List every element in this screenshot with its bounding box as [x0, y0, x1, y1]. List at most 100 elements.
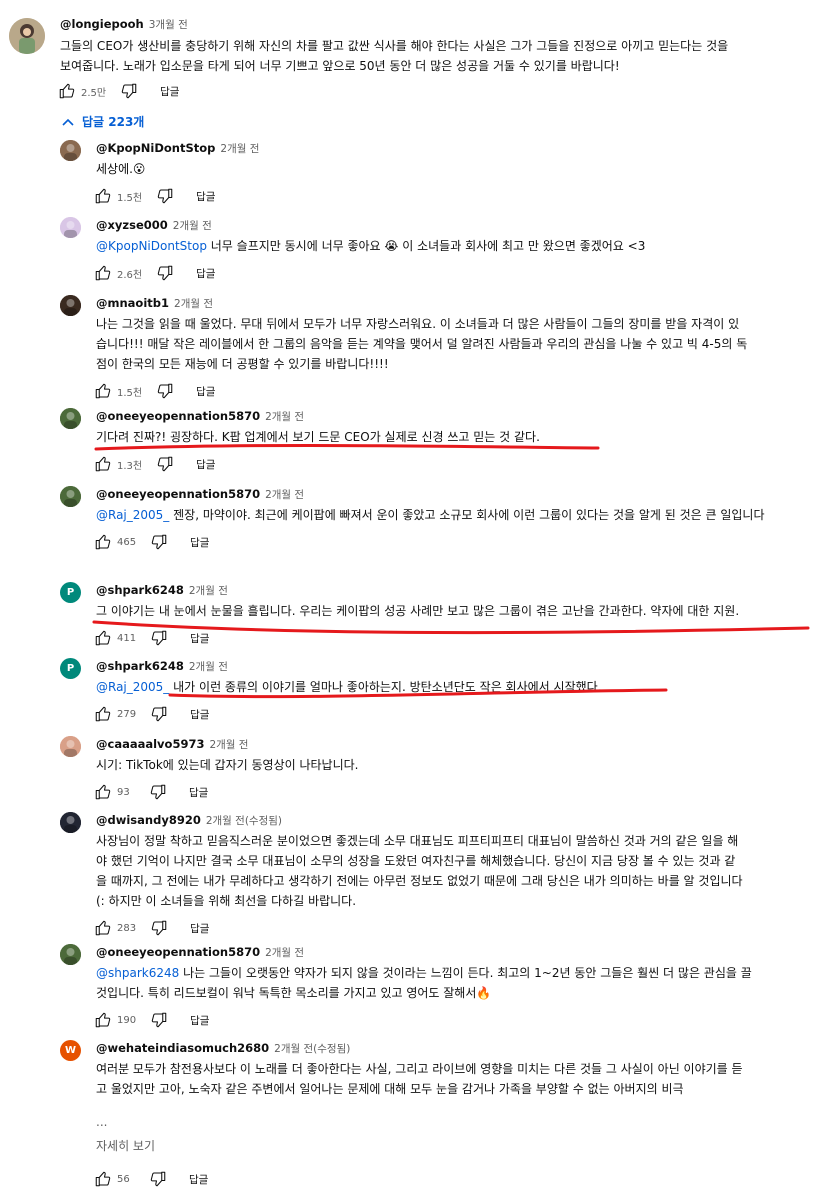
- author-name[interactable]: @KpopNiDontStop: [96, 141, 215, 155]
- comment-author[interactable]: @oneeyeopennation5870 2개월 전: [96, 945, 304, 960]
- comment-author[interactable]: @longiepooh 3개월 전: [60, 17, 188, 32]
- author-name[interactable]: @oneeyeopennation5870: [96, 945, 260, 959]
- comment-author[interactable]: @oneeyeopennation5870 2개월 전: [96, 409, 304, 424]
- comment-line-text: (: 하지만 이 소녀들을 위해 최선을 다하길 바랍니다.: [96, 894, 357, 908]
- dislike-icon[interactable]: [150, 919, 168, 937]
- like-icon[interactable]: [94, 264, 112, 282]
- avatar[interactable]: [60, 140, 81, 161]
- comment-text: 시기: TikTok에 있는데 갑자기 동영상이 나타납니다.: [96, 755, 816, 775]
- comment-line: 사장님이 정말 착하고 믿음직스러운 분이었으면 좋겠는데 소무 대표님도 피프…: [96, 831, 816, 851]
- mention-link[interactable]: @Raj_2005_: [96, 508, 169, 522]
- author-name[interactable]: @dwisandy8920: [96, 813, 201, 827]
- author-name[interactable]: @xyzse000: [96, 218, 168, 232]
- dislike-icon[interactable]: [149, 783, 167, 801]
- like-icon[interactable]: [94, 455, 112, 473]
- comment-time[interactable]: 2개월 전(수정됨): [206, 815, 282, 827]
- comment-author[interactable]: @xyzse000 2개월 전: [96, 218, 212, 233]
- like-icon[interactable]: [94, 1170, 112, 1188]
- dislike-icon[interactable]: [149, 1170, 167, 1188]
- dislike-icon[interactable]: [150, 705, 168, 723]
- reply-button[interactable]: 답글: [190, 535, 209, 550]
- like-icon[interactable]: [94, 919, 112, 937]
- avatar[interactable]: [60, 812, 81, 833]
- author-name[interactable]: @wehateindiasomuch2680: [96, 1041, 269, 1055]
- reply-button[interactable]: 답글: [196, 189, 215, 204]
- comment-time[interactable]: 2개월 전: [220, 143, 259, 155]
- comment-author[interactable]: @shpark6248 2개월 전: [96, 583, 228, 598]
- reply-button[interactable]: 답글: [196, 384, 215, 399]
- comment-time[interactable]: 2개월 전: [265, 489, 304, 501]
- like-icon[interactable]: [94, 629, 112, 647]
- comment-time[interactable]: 3개월 전: [149, 19, 188, 31]
- comment-author[interactable]: @mnaoitb1 2개월 전: [96, 296, 213, 311]
- mention-link[interactable]: @Raj_2005_: [96, 680, 169, 694]
- author-name[interactable]: @shpark6248: [96, 583, 184, 597]
- dislike-icon[interactable]: [150, 1011, 168, 1029]
- like-icon[interactable]: [94, 705, 112, 723]
- author-name[interactable]: @shpark6248: [96, 659, 184, 673]
- like-icon[interactable]: [94, 533, 112, 551]
- comment-author[interactable]: @shpark6248 2개월 전: [96, 659, 228, 674]
- comment-line-text: 습니다!!! 매달 작은 레이블에서 한 그룹의 음악을 듣는 계약을 맺어서 …: [96, 337, 748, 351]
- dislike-icon[interactable]: [156, 187, 174, 205]
- read-more-link[interactable]: 자세히 보기: [96, 1137, 155, 1154]
- like-icon[interactable]: [94, 382, 112, 400]
- reply-button[interactable]: 답글: [190, 921, 209, 936]
- avatar[interactable]: [60, 408, 81, 429]
- author-name[interactable]: @mnaoitb1: [96, 296, 169, 310]
- comment-author[interactable]: @caaaaalvo5973 2개월 전: [96, 737, 248, 752]
- comment-text: 사장님이 정말 착하고 믿음직스러운 분이었으면 좋겠는데 소무 대표님도 피프…: [96, 831, 816, 911]
- dislike-icon[interactable]: [156, 264, 174, 282]
- avatar[interactable]: P: [60, 582, 81, 603]
- comment-line-text: 세상에.😮: [96, 162, 146, 176]
- like-icon[interactable]: [94, 187, 112, 205]
- like-count: 2.5만: [81, 87, 107, 99]
- comment-actions: 93 답글: [94, 783, 208, 801]
- like-icon[interactable]: [58, 82, 76, 100]
- mention-link[interactable]: @shpark6248: [96, 966, 179, 980]
- reply-button[interactable]: 답글: [190, 1013, 209, 1028]
- dislike-icon[interactable]: [150, 533, 168, 551]
- avatar[interactable]: [60, 295, 81, 316]
- dislike-icon[interactable]: [156, 455, 174, 473]
- comment-time[interactable]: 2개월 전: [265, 947, 304, 959]
- avatar[interactable]: [60, 944, 81, 965]
- like-icon[interactable]: [94, 1011, 112, 1029]
- comment-author[interactable]: @wehateindiasomuch2680 2개월 전(수정됨): [96, 1041, 350, 1056]
- comment-line: 습니다!!! 매달 작은 레이블에서 한 그룹의 음악을 듣는 계약을 맺어서 …: [96, 334, 816, 354]
- reply-button[interactable]: 답글: [160, 84, 179, 99]
- reply-button[interactable]: 답글: [189, 785, 208, 800]
- dislike-icon[interactable]: [156, 382, 174, 400]
- author-name[interactable]: @oneeyeopennation5870: [96, 409, 260, 423]
- comment-time[interactable]: 2개월 전: [265, 411, 304, 423]
- comment-actions: 2.5만 답글: [58, 82, 179, 100]
- comment-time[interactable]: 2개월 전: [174, 298, 213, 310]
- avatar[interactable]: [60, 736, 81, 757]
- avatar[interactable]: W: [60, 1040, 81, 1061]
- avatar[interactable]: P: [60, 658, 81, 679]
- avatar[interactable]: [60, 217, 81, 238]
- comment-author[interactable]: @dwisandy8920 2개월 전(수정됨): [96, 813, 282, 828]
- comment-time[interactable]: 2개월 전: [189, 585, 228, 597]
- reply-button[interactable]: 답글: [196, 457, 215, 472]
- comment-line: @shpark6248 나는 그들이 오랫동안 약자가 되지 않을 것이라는 느…: [96, 963, 816, 983]
- reply-button[interactable]: 답글: [196, 266, 215, 281]
- dislike-icon[interactable]: [150, 629, 168, 647]
- comment-author[interactable]: @KpopNiDontStop 2개월 전: [96, 141, 259, 156]
- avatar[interactable]: [9, 18, 45, 54]
- comment-time[interactable]: 2개월 전: [189, 661, 228, 673]
- replies-toggle[interactable]: 답글 223개: [62, 113, 144, 130]
- reply-button[interactable]: 답글: [190, 707, 209, 722]
- reply-button[interactable]: 답글: [189, 1172, 208, 1187]
- author-name[interactable]: @caaaaalvo5973: [96, 737, 204, 751]
- reply-button[interactable]: 답글: [190, 631, 209, 646]
- dislike-icon[interactable]: [120, 82, 138, 100]
- comment-author[interactable]: @oneeyeopennation5870 2개월 전: [96, 487, 304, 502]
- comment-time[interactable]: 2개월 전(수정됨): [274, 1043, 350, 1055]
- avatar[interactable]: [60, 486, 81, 507]
- comment-time[interactable]: 2개월 전: [209, 739, 248, 751]
- comment-time[interactable]: 2개월 전: [173, 220, 212, 232]
- author-name[interactable]: @oneeyeopennation5870: [96, 487, 260, 501]
- mention-link[interactable]: @KpopNiDontStop: [96, 239, 207, 253]
- like-icon[interactable]: [94, 783, 112, 801]
